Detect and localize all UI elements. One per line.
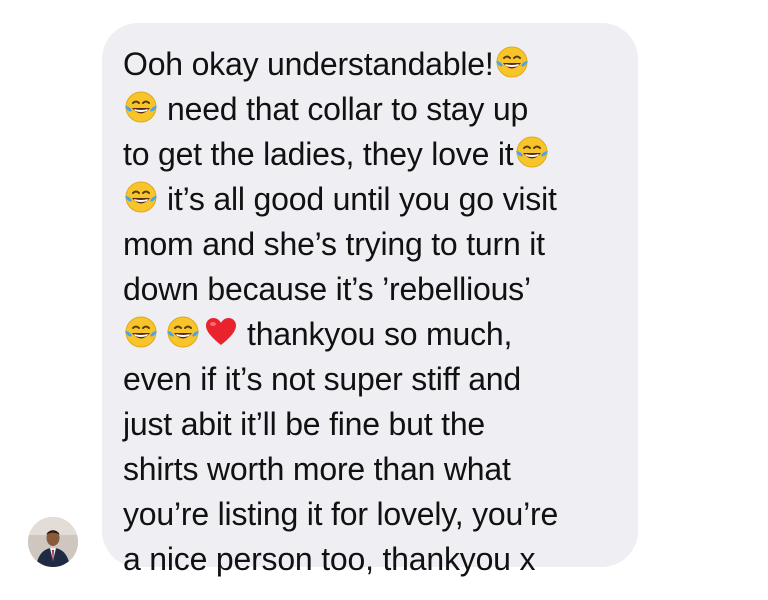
message-line: even if it’s not super stiff and [123,361,521,397]
face-with-tears-of-joy-icon [123,179,159,215]
red-heart-icon [203,314,239,350]
face-with-tears-of-joy-icon [514,134,550,170]
message-line: down because it’s ’rebellious’ [123,271,531,307]
face-with-tears-of-joy-icon [494,44,530,80]
message-line: to get the ladies, they love it [123,132,628,177]
avatar-image [28,517,78,567]
message-line: just abit it’ll be fine but the [123,406,486,442]
chat-screen: Ooh okay understandable! need that colla… [0,0,768,600]
incoming-message-bubble[interactable]: Ooh okay understandable! need that colla… [102,23,638,577]
message-line: mom and she’s trying to turn it [123,226,545,262]
sender-avatar[interactable] [28,517,78,567]
message-line: you’re listing it for lovely, you’re [123,496,559,532]
face-with-tears-of-joy-icon [123,314,159,350]
message-line: shirts worth more than what [123,451,511,487]
message-line: Ooh okay understandable! [123,42,628,87]
message-text: Ooh okay understandable! need that colla… [123,42,628,582]
message-line: need that collar to stay up [123,87,628,132]
face-with-tears-of-joy-icon [123,89,159,125]
message-line: it’s all good until you go visit [123,177,628,222]
message-line: thankyou so much, [123,312,628,357]
face-with-tears-of-joy-icon [165,314,201,350]
message-line: a nice person too, thankyou x [123,541,536,577]
